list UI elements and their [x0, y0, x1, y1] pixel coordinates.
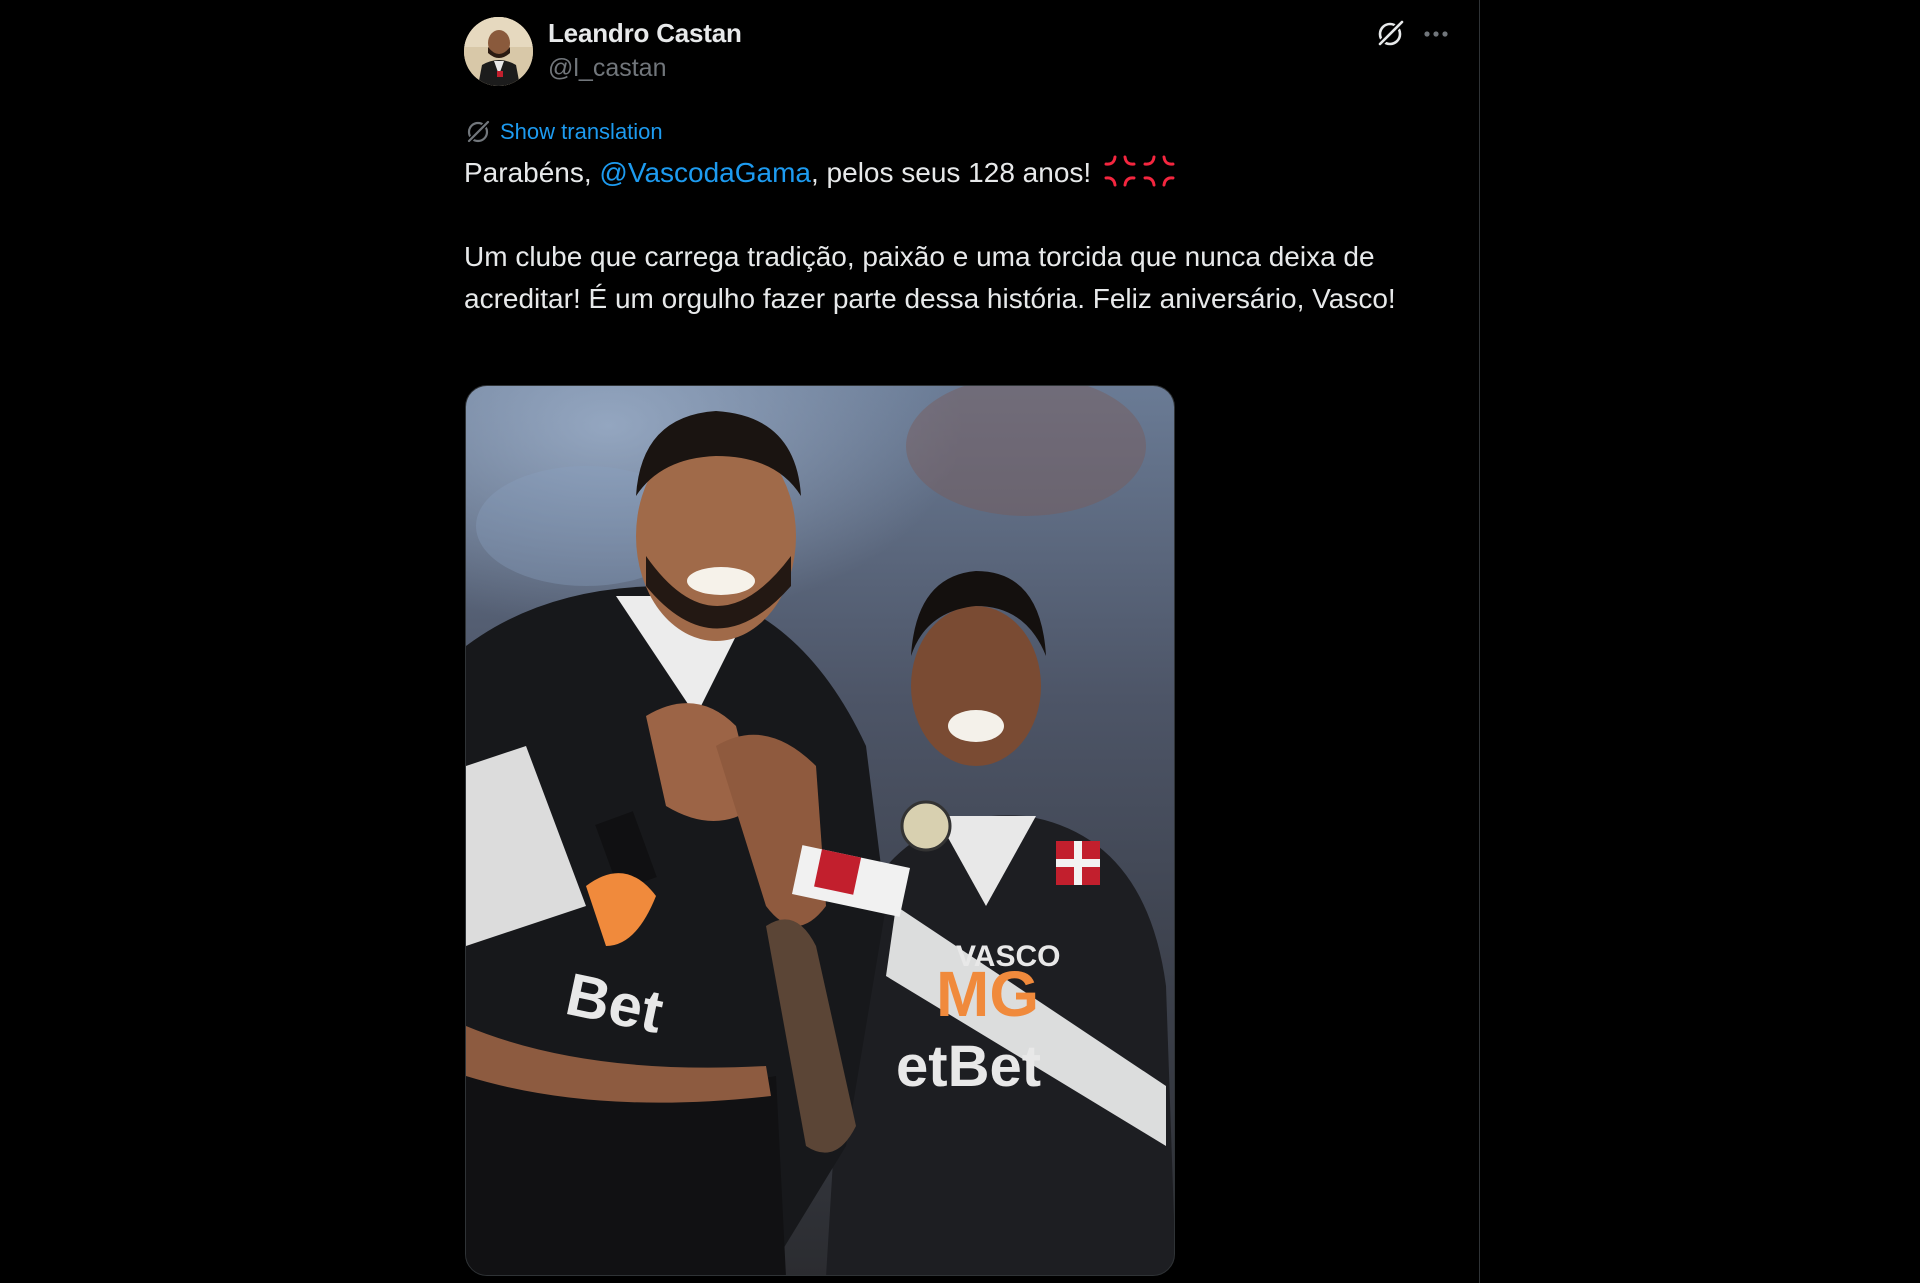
tweet-text-suffix: , pelos seus 128 anos! [810, 157, 1092, 188]
display-name[interactable]: Leandro Castan [548, 18, 742, 49]
tweet-line-1: Parabéns, @VascodaGama, pelos seus 128 a… [464, 152, 1464, 194]
anger-symbol-icon [1104, 155, 1136, 187]
tweet-text-prefix: Parabéns, [464, 157, 600, 188]
user-handle[interactable]: @l_castan [548, 54, 667, 83]
profile-photo-icon [464, 17, 533, 86]
show-translation-link[interactable]: Show translation [500, 119, 663, 145]
timeline-divider [1479, 0, 1480, 1283]
celebration-photo: VASCO MG etBet Bet [466, 386, 1174, 1275]
tweet[interactable]: Leandro Castan @l_castan Show translatio… [464, 0, 1464, 1283]
grok-icon[interactable] [1374, 18, 1406, 50]
tweet-paragraph-2: Um clube que carrega tradição, paixão e … [464, 241, 1396, 314]
mention-link[interactable]: @VascodaGama [599, 157, 811, 188]
tweet-text: Parabéns, @VascodaGama, pelos seus 128 a… [464, 152, 1464, 320]
translate-icon [466, 120, 490, 144]
tweet-photo[interactable]: VASCO MG etBet Bet [465, 385, 1175, 1276]
jersey-text-sponsor: MG [936, 958, 1039, 1030]
anger-symbol-icon [1143, 155, 1175, 187]
more-horizontal-icon[interactable] [1420, 22, 1452, 46]
avatar[interactable] [464, 17, 533, 86]
jersey-text-bet-right: etBet [896, 1034, 1041, 1099]
show-translation[interactable]: Show translation [464, 116, 663, 148]
